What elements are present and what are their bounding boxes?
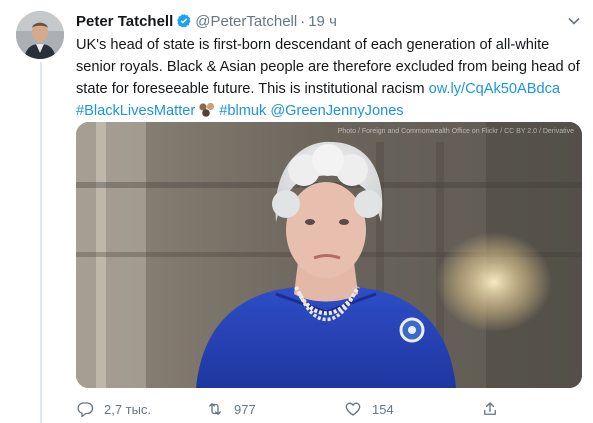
verified-badge-icon	[176, 13, 192, 29]
tweet-text-line: UK's head of state is first-born descend…	[76, 37, 550, 53]
tweet-hashtags-line: #BlackLivesMatter #blmuk @GreenJennyJones	[76, 100, 582, 122]
author-name[interactable]: Peter Tatchell	[76, 13, 173, 30]
tweet-header: Peter Tatchell @PeterTatchell · 19 ч	[76, 12, 337, 32]
tweet-text-line: state for foreseeable future. This is in…	[76, 78, 582, 100]
retweet-count: 977	[234, 401, 256, 417]
retweet-button[interactable]: 977	[206, 398, 256, 420]
share-icon	[484, 402, 496, 415]
like-count: 154	[372, 401, 394, 417]
mention-link[interactable]: @GreenJennyJones	[270, 103, 403, 119]
tweet-text-segment: state for foreseeable future. This is in…	[76, 81, 429, 97]
thread-line	[40, 62, 42, 423]
reply-count: 2,7 тыс.	[104, 401, 152, 417]
tweet-link[interactable]: ow.ly/CqAk50ABdca	[429, 81, 560, 97]
avatar[interactable]	[16, 11, 64, 59]
author-handle[interactable]: @PeterTatchell	[195, 13, 297, 30]
retweet-icon	[209, 403, 221, 415]
share-button[interactable]	[481, 398, 509, 420]
hands-emoji-icon	[198, 102, 216, 118]
like-button[interactable]: 154	[344, 398, 394, 420]
tweet-time[interactable]: 19 ч	[308, 13, 337, 30]
reply-button[interactable]: 2,7 тыс.	[76, 398, 151, 420]
image-credit: Photo / Foreign and Commonwealth Office …	[337, 128, 574, 135]
reply-icon	[77, 402, 94, 418]
tweet-text-line: senior royals. Black & Asian people are …	[76, 59, 580, 75]
tweet-text: UK's head of state is first-born descend…	[76, 34, 582, 122]
hashtag-link[interactable]: #BlackLivesMatter	[76, 103, 195, 119]
hashtag-link[interactable]: #blmuk	[219, 103, 266, 119]
like-icon	[345, 402, 361, 416]
tweet-actions: 2,7 тыс. 977 154	[76, 398, 516, 420]
chevron-down-icon[interactable]	[567, 14, 581, 28]
tweet-image[interactable]: Photo / Foreign and Commonwealth Office …	[76, 122, 582, 388]
separator: ·	[300, 13, 306, 30]
